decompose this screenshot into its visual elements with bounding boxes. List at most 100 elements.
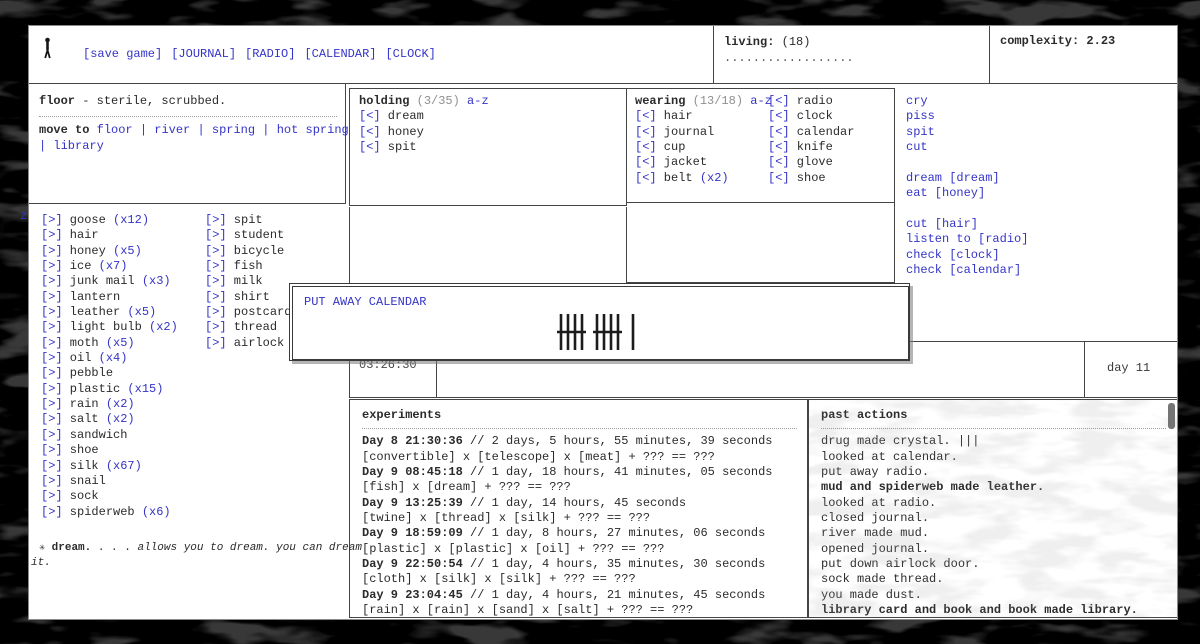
take-button[interactable]: [>] — [41, 305, 63, 319]
item-label: fish — [227, 259, 263, 273]
action-check-calendar[interactable]: check [calendar] — [906, 263, 1021, 277]
toolbar-button-save-game[interactable]: [save game] — [83, 47, 162, 61]
take-button[interactable]: [>] — [41, 505, 63, 519]
put-down-button[interactable]: [<] — [635, 171, 657, 185]
take-button[interactable]: [>] — [41, 443, 63, 457]
put-down-button[interactable]: [<] — [768, 109, 790, 123]
item-count: (x6) — [135, 505, 171, 519]
item-label: leather — [63, 305, 121, 319]
toolbar-button-radio[interactable]: [RADIO] — [245, 47, 295, 61]
action-cut-hair[interactable]: cut [hair] — [906, 217, 978, 231]
action-dream-dream[interactable]: dream [dream] — [906, 171, 1000, 185]
take-button[interactable]: [>] — [205, 244, 227, 258]
take-button[interactable]: [>] — [205, 305, 227, 319]
item-label: student — [227, 228, 285, 242]
action-piss[interactable]: piss — [906, 109, 935, 123]
scrollbar-thumb[interactable] — [1168, 403, 1175, 429]
item-count: (x2) — [693, 171, 729, 185]
take-button[interactable]: [>] — [41, 274, 63, 288]
separator — [39, 116, 337, 117]
take-button[interactable]: [>] — [41, 336, 63, 350]
toolbar-button-calendar[interactable]: [CALENDAR] — [304, 47, 376, 61]
holding-sort-button[interactable]: a-z — [467, 94, 489, 108]
item-row-clock: [<] clock — [768, 109, 854, 124]
experiment-formula: [fish] x [dream] + ??? == ??? — [362, 480, 807, 495]
item-row-hair: [>] hair — [41, 228, 178, 243]
take-button[interactable]: [>] — [41, 489, 63, 503]
item-label: journal — [657, 125, 715, 139]
past-action-line: you made dust. — [821, 588, 1177, 603]
take-button[interactable]: [>] — [205, 213, 227, 227]
move-link-spring[interactable]: spring — [212, 123, 255, 137]
take-button[interactable]: [>] — [41, 382, 63, 396]
put-down-button[interactable]: [<] — [359, 109, 381, 123]
take-button[interactable]: [>] — [41, 244, 63, 258]
move-link-floor[interactable]: floor — [97, 123, 133, 137]
take-button[interactable]: [>] — [41, 366, 63, 380]
experiment-formula: [rain] x [rain] x [sand] x [salt] + ??? … — [362, 603, 807, 618]
take-button[interactable]: [>] — [205, 228, 227, 242]
separator — [821, 428, 1166, 429]
item-label: oil — [63, 351, 92, 365]
item-row-ice: [>] ice (x7) — [41, 259, 178, 274]
action-spit[interactable]: spit — [906, 125, 935, 139]
move-link-hot-spring[interactable]: hot spring — [277, 123, 349, 137]
item-count: (x4) — [91, 351, 127, 365]
action-listen-to-radio[interactable]: listen to [radio] — [906, 232, 1028, 246]
past-action-line: drug made crystal. ||| — [821, 434, 1177, 449]
take-button[interactable]: [>] — [41, 412, 63, 426]
take-button[interactable]: [>] — [41, 259, 63, 273]
complexity-value: 2.23 — [1086, 34, 1115, 48]
move-link-library[interactable]: library — [53, 139, 103, 153]
put-down-button[interactable]: [<] — [768, 140, 790, 154]
put-down-button[interactable]: [<] — [768, 171, 790, 185]
take-button[interactable]: [>] — [41, 428, 63, 442]
move-to-label: move to — [39, 123, 89, 137]
item-label: silk — [63, 459, 99, 473]
put-down-button[interactable]: [<] — [635, 140, 657, 154]
past-action-line: looked at radio. — [821, 496, 1177, 511]
take-button[interactable]: [>] — [41, 474, 63, 488]
put-down-button[interactable]: [<] — [768, 155, 790, 169]
toolbar-button-clock[interactable]: [CLOCK] — [385, 47, 435, 61]
item-label: hair — [657, 109, 693, 123]
wearing-list1: [<] hair[<] journal[<] cup[<] jacket[<] … — [635, 109, 772, 186]
take-button[interactable]: [>] — [205, 259, 227, 273]
take-button[interactable]: [>] — [205, 274, 227, 288]
complexity-label: complexity: — [1000, 34, 1079, 48]
action-eat-honey[interactable]: eat [honey] — [906, 186, 985, 200]
take-button[interactable]: [>] — [41, 320, 63, 334]
take-button[interactable]: [>] — [41, 459, 63, 473]
toolbar-button-journal[interactable]: [JOURNAL] — [171, 47, 236, 61]
item-row-spiderweb: [>] spiderweb (x6) — [41, 505, 178, 520]
put-down-button[interactable]: [<] — [768, 94, 790, 108]
action-check-clock[interactable]: check [clock] — [906, 248, 1000, 262]
wearing-panel: wearing (13/18) a-z [<] hair[<] journal[… — [626, 88, 895, 203]
item-label: dream — [381, 109, 424, 123]
item-count: (x2) — [99, 397, 135, 411]
put-down-button[interactable]: [<] — [359, 140, 381, 154]
put-down-button[interactable]: [<] — [635, 109, 657, 123]
action-cry[interactable]: cry — [906, 94, 928, 108]
take-button[interactable]: [>] — [41, 397, 63, 411]
action-cut[interactable]: cut — [906, 140, 928, 154]
take-button[interactable]: [>] — [205, 320, 227, 334]
item-row-shoe: [>] shoe — [41, 443, 178, 458]
put-down-button[interactable]: [<] — [635, 125, 657, 139]
actions-list: crypiss spitcut dream [dream]eat [honey] cu… — [906, 94, 1028, 278]
item-count: (x5) — [106, 244, 142, 258]
move-link-river[interactable]: river — [154, 123, 190, 137]
take-button[interactable]: [>] — [205, 336, 227, 350]
tooltip-description-cont: it. — [31, 557, 51, 569]
take-button[interactable]: [>] — [41, 351, 63, 365]
experiment-formula: [twine] x [thread] x [silk] + ??? == ??? — [362, 511, 807, 526]
take-button[interactable]: [>] — [41, 228, 63, 242]
take-button[interactable]: [>] — [41, 290, 63, 304]
put-down-button[interactable]: [<] — [359, 125, 381, 139]
put-down-button[interactable]: [<] — [768, 125, 790, 139]
take-button[interactable]: [>] — [205, 290, 227, 304]
wearing-col2: [<] radio[<] clock[<] calendar[<] knife[… — [768, 94, 854, 186]
put-down-button[interactable]: [<] — [635, 155, 657, 169]
take-button[interactable]: [>] — [41, 213, 63, 227]
past-action-line: mud and spiderweb made leather. — [821, 480, 1177, 495]
